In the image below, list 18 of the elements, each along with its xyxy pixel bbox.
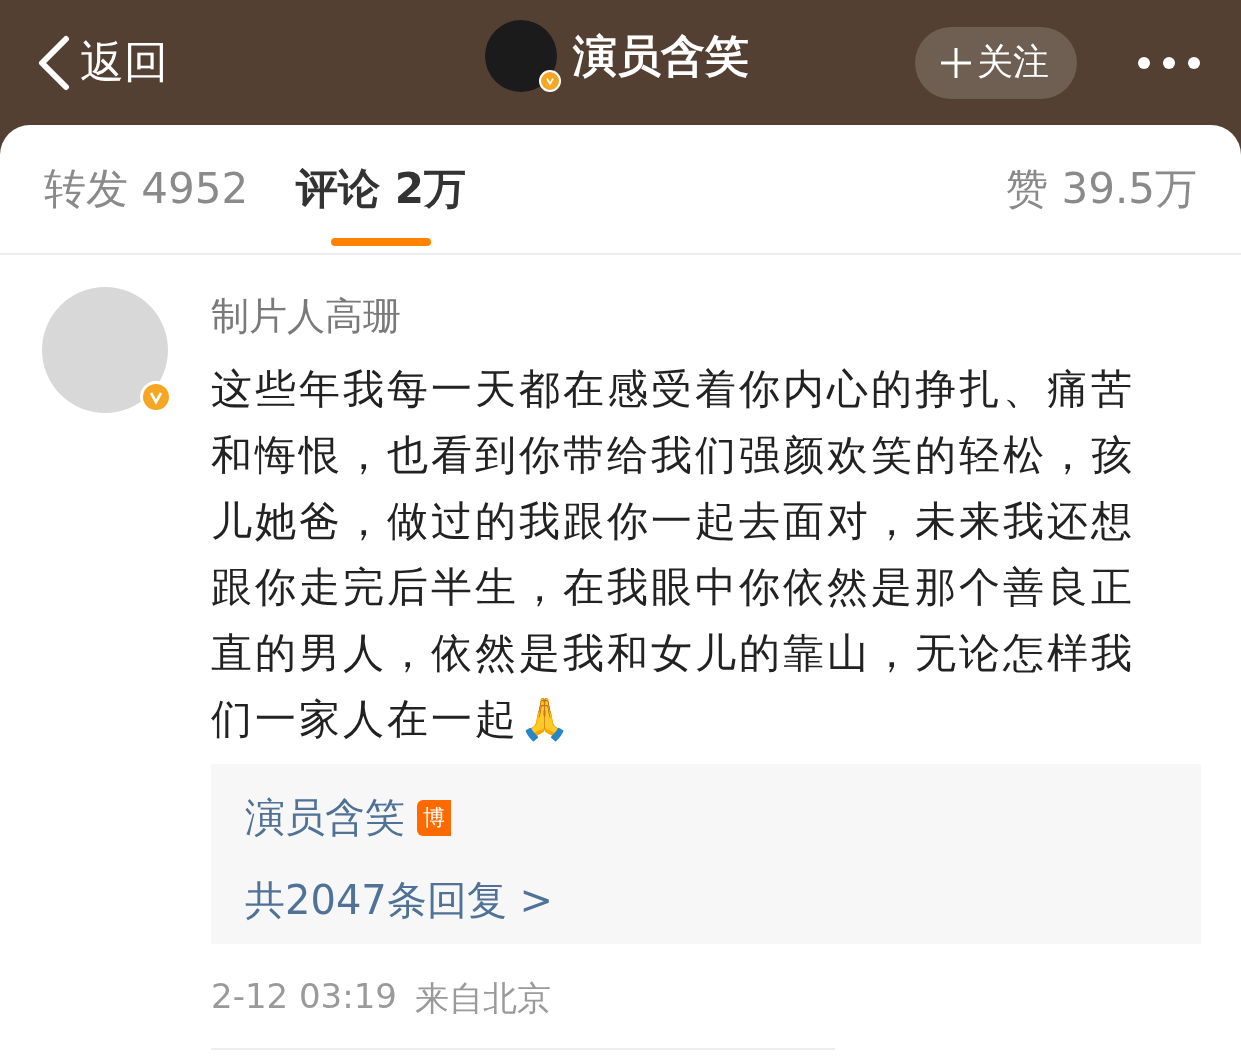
tab[interactable]: 转发 4952 xyxy=(44,124,249,254)
comment-location: 来自北京 xyxy=(414,977,551,1020)
author-badge: 博 xyxy=(417,799,451,836)
back-chevron-icon xyxy=(36,34,70,91)
comment-text: 这些年我每一天都在感受着你内心的挣扎、痛苦和悔恨，也看到你带给我们强颜欢笑的轻松，孩儿她爸，做过的我跟你一起去面对，未来我还想跟你走完后半生，在我眼中你依然是那个善良正直的男人，依然是我和女儿的靠山，无论怎样我们一家人在一起🙏 xyxy=(211,365,1135,743)
tab[interactable]: 评论 2万 xyxy=(296,124,467,254)
account-name: 演员含笑 xyxy=(573,28,749,83)
reply-box[interactable]: 演员含笑 博 共2047条回复 > xyxy=(211,764,1201,944)
comment-time: 2-12 03:19 xyxy=(211,976,397,1018)
follow-button[interactable]: 关注 xyxy=(915,26,1077,99)
verified-badge-icon xyxy=(539,70,561,92)
comment-author[interactable]: 制片人高珊 xyxy=(211,291,1201,342)
plus-icon xyxy=(939,45,973,80)
reply-author[interactable]: 演员含笑 xyxy=(245,790,405,845)
tab[interactable]: 赞 39.5万 xyxy=(1006,124,1197,254)
back-button[interactable]: 返回 xyxy=(36,33,168,92)
more-icon[interactable] xyxy=(1137,55,1201,70)
reply-count-link[interactable]: 共2047条回复 > xyxy=(245,873,554,928)
